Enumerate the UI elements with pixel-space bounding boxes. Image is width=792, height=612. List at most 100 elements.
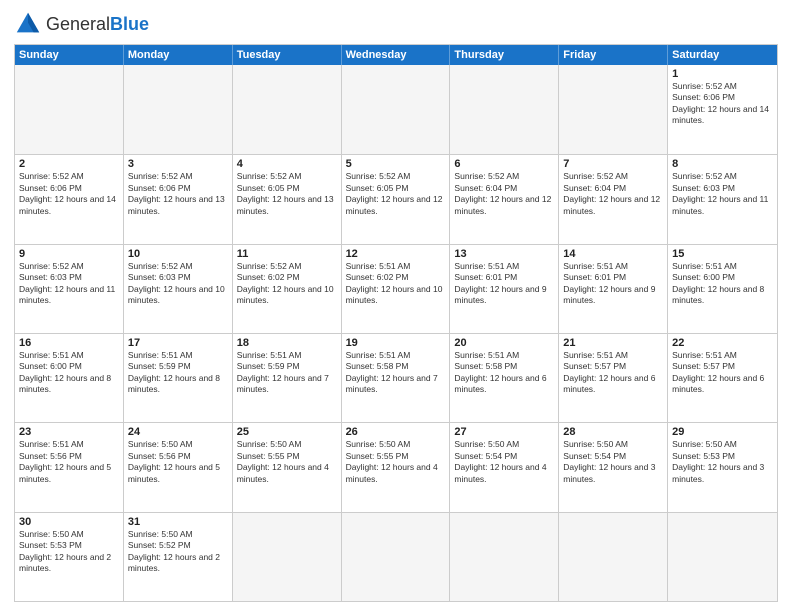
calendar-cell: 17Sunrise: 5:51 AM Sunset: 5:59 PM Dayli… [124, 334, 233, 422]
day-number: 27 [454, 426, 554, 438]
calendar-cell: 24Sunrise: 5:50 AM Sunset: 5:56 PM Dayli… [124, 423, 233, 511]
day-number: 15 [672, 248, 773, 260]
calendar-cell [342, 513, 451, 601]
calendar-cell: 22Sunrise: 5:51 AM Sunset: 5:57 PM Dayli… [668, 334, 777, 422]
day-info: Sunrise: 5:52 AM Sunset: 6:06 PM Dayligh… [128, 171, 228, 217]
calendar-cell: 31Sunrise: 5:50 AM Sunset: 5:52 PM Dayli… [124, 513, 233, 601]
day-number: 31 [128, 516, 228, 528]
calendar-cell: 7Sunrise: 5:52 AM Sunset: 6:04 PM Daylig… [559, 155, 668, 243]
logo-text: GeneralBlue [46, 14, 149, 35]
day-number: 28 [563, 426, 663, 438]
day-header-tuesday: Tuesday [233, 45, 342, 65]
day-number: 13 [454, 248, 554, 260]
calendar-cell: 9Sunrise: 5:52 AM Sunset: 6:03 PM Daylig… [15, 245, 124, 333]
day-info: Sunrise: 5:50 AM Sunset: 5:52 PM Dayligh… [128, 529, 228, 575]
calendar-cell: 13Sunrise: 5:51 AM Sunset: 6:01 PM Dayli… [450, 245, 559, 333]
calendar-cell [559, 513, 668, 601]
calendar-body: 1Sunrise: 5:52 AM Sunset: 6:06 PM Daylig… [15, 65, 777, 601]
header: GeneralBlue [14, 10, 778, 38]
calendar-cell: 20Sunrise: 5:51 AM Sunset: 5:58 PM Dayli… [450, 334, 559, 422]
calendar-cell: 15Sunrise: 5:51 AM Sunset: 6:00 PM Dayli… [668, 245, 777, 333]
day-number: 3 [128, 158, 228, 170]
day-number: 22 [672, 337, 773, 349]
day-info: Sunrise: 5:50 AM Sunset: 5:53 PM Dayligh… [19, 529, 119, 575]
calendar-cell [342, 65, 451, 154]
day-header-saturday: Saturday [668, 45, 777, 65]
day-info: Sunrise: 5:51 AM Sunset: 6:01 PM Dayligh… [563, 261, 663, 307]
day-info: Sunrise: 5:50 AM Sunset: 5:54 PM Dayligh… [563, 439, 663, 485]
calendar-cell: 16Sunrise: 5:51 AM Sunset: 6:00 PM Dayli… [15, 334, 124, 422]
day-header-friday: Friday [559, 45, 668, 65]
calendar-cell: 26Sunrise: 5:50 AM Sunset: 5:55 PM Dayli… [342, 423, 451, 511]
calendar-cell [233, 513, 342, 601]
day-info: Sunrise: 5:52 AM Sunset: 6:04 PM Dayligh… [454, 171, 554, 217]
day-info: Sunrise: 5:52 AM Sunset: 6:03 PM Dayligh… [19, 261, 119, 307]
day-info: Sunrise: 5:50 AM Sunset: 5:55 PM Dayligh… [346, 439, 446, 485]
day-info: Sunrise: 5:51 AM Sunset: 5:58 PM Dayligh… [454, 350, 554, 396]
calendar-cell: 23Sunrise: 5:51 AM Sunset: 5:56 PM Dayli… [15, 423, 124, 511]
calendar-cell: 5Sunrise: 5:52 AM Sunset: 6:05 PM Daylig… [342, 155, 451, 243]
day-info: Sunrise: 5:50 AM Sunset: 5:55 PM Dayligh… [237, 439, 337, 485]
calendar-cell [559, 65, 668, 154]
calendar-cell: 14Sunrise: 5:51 AM Sunset: 6:01 PM Dayli… [559, 245, 668, 333]
day-header-sunday: Sunday [15, 45, 124, 65]
day-info: Sunrise: 5:51 AM Sunset: 5:58 PM Dayligh… [346, 350, 446, 396]
day-header-wednesday: Wednesday [342, 45, 451, 65]
calendar-cell: 28Sunrise: 5:50 AM Sunset: 5:54 PM Dayli… [559, 423, 668, 511]
day-info: Sunrise: 5:51 AM Sunset: 5:57 PM Dayligh… [672, 350, 773, 396]
day-number: 25 [237, 426, 337, 438]
day-number: 7 [563, 158, 663, 170]
day-number: 23 [19, 426, 119, 438]
calendar-cell: 4Sunrise: 5:52 AM Sunset: 6:05 PM Daylig… [233, 155, 342, 243]
calendar-cell: 29Sunrise: 5:50 AM Sunset: 5:53 PM Dayli… [668, 423, 777, 511]
day-number: 30 [19, 516, 119, 528]
calendar-cell: 11Sunrise: 5:52 AM Sunset: 6:02 PM Dayli… [233, 245, 342, 333]
calendar-cell: 12Sunrise: 5:51 AM Sunset: 6:02 PM Dayli… [342, 245, 451, 333]
logo: GeneralBlue [14, 10, 149, 38]
calendar: SundayMondayTuesdayWednesdayThursdayFrid… [14, 44, 778, 602]
day-info: Sunrise: 5:52 AM Sunset: 6:05 PM Dayligh… [237, 171, 337, 217]
calendar-cell [450, 513, 559, 601]
day-number: 2 [19, 158, 119, 170]
day-info: Sunrise: 5:51 AM Sunset: 6:00 PM Dayligh… [672, 261, 773, 307]
day-info: Sunrise: 5:51 AM Sunset: 5:59 PM Dayligh… [128, 350, 228, 396]
day-number: 6 [454, 158, 554, 170]
day-info: Sunrise: 5:52 AM Sunset: 6:06 PM Dayligh… [19, 171, 119, 217]
calendar-cell: 8Sunrise: 5:52 AM Sunset: 6:03 PM Daylig… [668, 155, 777, 243]
day-number: 18 [237, 337, 337, 349]
day-number: 14 [563, 248, 663, 260]
calendar-cell: 30Sunrise: 5:50 AM Sunset: 5:53 PM Dayli… [15, 513, 124, 601]
day-info: Sunrise: 5:52 AM Sunset: 6:03 PM Dayligh… [672, 171, 773, 217]
day-info: Sunrise: 5:51 AM Sunset: 6:00 PM Dayligh… [19, 350, 119, 396]
day-number: 24 [128, 426, 228, 438]
day-number: 12 [346, 248, 446, 260]
day-info: Sunrise: 5:51 AM Sunset: 5:59 PM Dayligh… [237, 350, 337, 396]
day-info: Sunrise: 5:51 AM Sunset: 5:57 PM Dayligh… [563, 350, 663, 396]
day-info: Sunrise: 5:50 AM Sunset: 5:54 PM Dayligh… [454, 439, 554, 485]
day-info: Sunrise: 5:51 AM Sunset: 6:02 PM Dayligh… [346, 261, 446, 307]
calendar-cell: 21Sunrise: 5:51 AM Sunset: 5:57 PM Dayli… [559, 334, 668, 422]
calendar-cell: 3Sunrise: 5:52 AM Sunset: 6:06 PM Daylig… [124, 155, 233, 243]
day-info: Sunrise: 5:52 AM Sunset: 6:02 PM Dayligh… [237, 261, 337, 307]
logo-icon [14, 10, 42, 38]
calendar-row: 23Sunrise: 5:51 AM Sunset: 5:56 PM Dayli… [15, 422, 777, 511]
calendar-cell: 18Sunrise: 5:51 AM Sunset: 5:59 PM Dayli… [233, 334, 342, 422]
calendar-row: 30Sunrise: 5:50 AM Sunset: 5:53 PM Dayli… [15, 512, 777, 601]
calendar-row: 2Sunrise: 5:52 AM Sunset: 6:06 PM Daylig… [15, 154, 777, 243]
calendar-cell: 2Sunrise: 5:52 AM Sunset: 6:06 PM Daylig… [15, 155, 124, 243]
day-number: 4 [237, 158, 337, 170]
day-header-monday: Monday [124, 45, 233, 65]
day-info: Sunrise: 5:51 AM Sunset: 5:56 PM Dayligh… [19, 439, 119, 485]
day-number: 5 [346, 158, 446, 170]
day-number: 29 [672, 426, 773, 438]
day-number: 19 [346, 337, 446, 349]
day-number: 11 [237, 248, 337, 260]
calendar-cell [668, 513, 777, 601]
day-info: Sunrise: 5:52 AM Sunset: 6:05 PM Dayligh… [346, 171, 446, 217]
day-info: Sunrise: 5:52 AM Sunset: 6:04 PM Dayligh… [563, 171, 663, 217]
day-number: 9 [19, 248, 119, 260]
day-info: Sunrise: 5:52 AM Sunset: 6:03 PM Dayligh… [128, 261, 228, 307]
day-number: 26 [346, 426, 446, 438]
calendar-header: SundayMondayTuesdayWednesdayThursdayFrid… [15, 45, 777, 65]
calendar-cell: 1Sunrise: 5:52 AM Sunset: 6:06 PM Daylig… [668, 65, 777, 154]
